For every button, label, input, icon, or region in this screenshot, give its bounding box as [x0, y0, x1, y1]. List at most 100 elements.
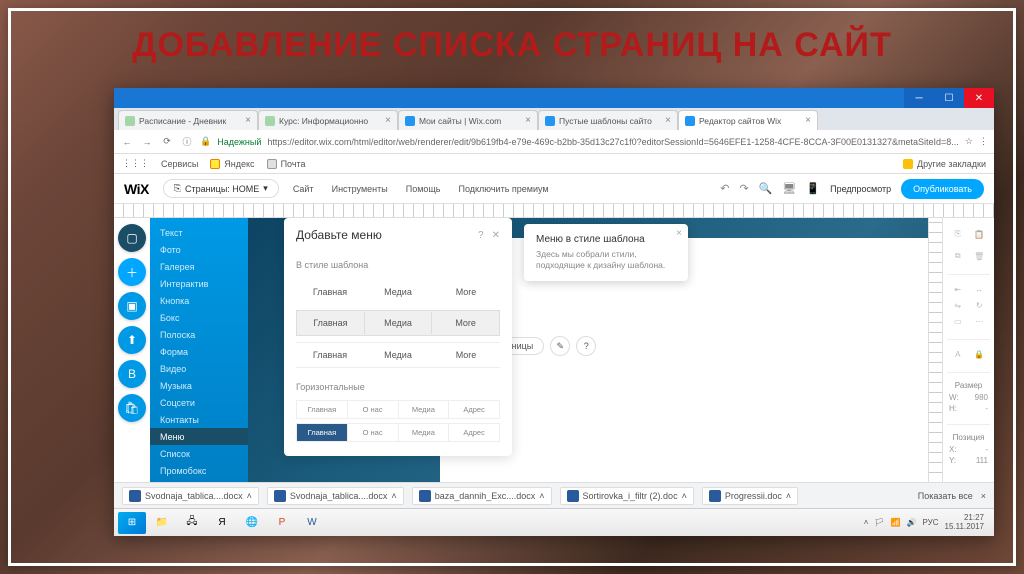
tab-close-icon[interactable]: × — [665, 115, 671, 126]
downloads-close-icon[interactable]: × — [981, 491, 986, 501]
window-maximize-button[interactable]: ☐ — [934, 88, 964, 108]
menu-help[interactable]: Помощь — [406, 184, 441, 194]
arrange-icon[interactable]: ▭ — [950, 313, 966, 329]
menu-style-option[interactable]: Главная О нас Медиа Адрес — [296, 423, 500, 442]
nav-forward-icon[interactable]: → — [140, 137, 154, 147]
add-item-promobox[interactable]: Промобокс — [150, 462, 248, 479]
download-item[interactable]: Sortirovka_i_filtr (2).doc˄ — [560, 487, 694, 505]
add-item-strip[interactable]: Полоска — [150, 326, 248, 343]
tray-expand-icon[interactable]: ˄ — [864, 518, 869, 527]
taskbar-yandex-icon[interactable]: Я — [208, 512, 236, 534]
add-item-video[interactable]: Видео — [150, 360, 248, 377]
tray-volume-icon[interactable]: 🔊 — [907, 518, 917, 527]
browser-menu-icon[interactable]: ⋮ — [979, 136, 988, 147]
menu-style-option[interactable]: Главная О нас Медиа Адрес — [296, 400, 500, 419]
browser-tab[interactable]: Пустые шаблоны сайто× — [538, 110, 678, 130]
browser-tab[interactable]: Расписание - Дневник× — [118, 110, 258, 130]
bookmark-services[interactable]: Сервисы — [161, 159, 198, 169]
rail-upload-button[interactable]: ⬆ — [118, 326, 146, 354]
menu-style-option[interactable]: Главная Медиа More — [296, 342, 500, 368]
downloads-showall-button[interactable]: Показать все — [918, 491, 973, 501]
delete-icon[interactable]: 🗑 — [971, 248, 987, 264]
rail-apps-button[interactable]: ▣ — [118, 292, 146, 320]
bookmark-star-icon[interactable]: ☆ — [965, 136, 973, 147]
stage-help-icon[interactable]: ? — [576, 336, 596, 356]
menu-site[interactable]: Сайт — [293, 184, 314, 194]
preview-button[interactable]: Предпросмотр — [830, 184, 891, 194]
download-item[interactable]: baza_dannih_Exc....docx˄ — [412, 487, 552, 505]
tooltip-close-icon[interactable]: × — [676, 228, 682, 239]
y-value[interactable]: 111 — [976, 456, 988, 465]
add-item-text[interactable]: Текст — [150, 224, 248, 241]
tab-close-icon[interactable]: × — [385, 115, 391, 126]
mobile-icon[interactable]: 📱 — [806, 182, 820, 195]
tray-network-icon[interactable]: 📶 — [891, 518, 901, 527]
add-item-photo[interactable]: Фото — [150, 241, 248, 258]
zoom-icon[interactable]: 🔍 — [759, 182, 773, 195]
bookmark-other[interactable]: Другие закладки — [903, 159, 986, 169]
download-item[interactable]: Svodnaja_tablica....docx˄ — [122, 487, 259, 505]
desktop-icon[interactable]: 🖥 — [782, 182, 796, 195]
add-item-box[interactable]: Бокс — [150, 309, 248, 326]
canvas-area[interactable]: Добавьте меню ?✕ В стиле шаблона Главная… — [150, 218, 928, 482]
tab-close-icon[interactable]: × — [525, 115, 531, 126]
publish-button[interactable]: Опубликовать — [901, 179, 984, 199]
browser-tab[interactable]: Мои сайты | Wix.com× — [398, 110, 538, 130]
tab-close-icon[interactable]: × — [245, 115, 251, 126]
rail-blog-button[interactable]: B — [118, 360, 146, 388]
download-item[interactable]: Svodnaja_tablica....docx˄ — [267, 487, 404, 505]
distribute-icon[interactable]: ⋯ — [971, 313, 987, 329]
add-item-blog[interactable]: Блог — [150, 479, 248, 482]
nav-reload-icon[interactable]: ⟳ — [160, 136, 174, 147]
redo-icon[interactable]: ↷ — [740, 182, 749, 195]
flip-icon[interactable]: ⇋ — [950, 297, 966, 313]
add-item-contacts[interactable]: Контакты — [150, 411, 248, 428]
wix-logo[interactable]: WiX — [124, 181, 149, 197]
window-minimize-button[interactable]: ─ — [904, 88, 934, 108]
pages-dropdown[interactable]: ⎘Страницы: HOME▾ — [163, 179, 279, 198]
nav-back-icon[interactable]: ← — [120, 137, 134, 147]
taskbar-powerpoint-icon[interactable]: P — [268, 512, 296, 534]
width-value[interactable]: 980 — [975, 393, 988, 402]
add-item-social[interactable]: Соцсети — [150, 394, 248, 411]
text-a-icon[interactable]: A — [950, 346, 966, 362]
rail-pages-button[interactable]: ▢ — [118, 224, 146, 252]
rotate-icon[interactable]: ↻ — [971, 297, 987, 313]
add-item-menu[interactable]: Меню — [150, 428, 248, 445]
tray-clock[interactable]: 21:27 15.11.2017 — [945, 514, 984, 532]
start-button[interactable]: ⊞ — [118, 512, 146, 534]
height-value[interactable]: - — [985, 404, 988, 413]
paste-icon[interactable]: 📋 — [971, 226, 987, 242]
stage-edit-icon[interactable]: ✎ — [550, 336, 570, 356]
download-item[interactable]: Progressii.doc˄ — [702, 487, 798, 505]
window-close-button[interactable]: ✕ — [964, 88, 994, 108]
help-icon[interactable]: ? — [478, 230, 484, 241]
bookmark-mail[interactable]: Почта — [267, 159, 306, 169]
apps-icon[interactable]: ⋮⋮⋮ — [122, 158, 149, 169]
tab-close-icon[interactable]: × — [805, 115, 811, 126]
taskbar-network-icon[interactable]: 🖧 — [178, 512, 206, 534]
lock-icon[interactable]: 🔒 — [971, 346, 987, 362]
rail-add-button[interactable]: ＋ — [118, 258, 146, 286]
copy-icon[interactable]: ⎘ — [950, 226, 966, 242]
browser-tab-active[interactable]: Редактор сайтов Wix× — [678, 110, 818, 130]
menu-style-option[interactable]: Главная Медиа More — [296, 310, 500, 336]
duplicate-icon[interactable]: ⧉ — [950, 248, 966, 264]
add-item-list[interactable]: Список — [150, 445, 248, 462]
align-center-icon[interactable]: ↔ — [971, 281, 987, 297]
menu-premium[interactable]: Подключить премиум — [458, 184, 548, 194]
info-icon[interactable]: ⓘ — [180, 135, 194, 148]
x-value[interactable]: - — [985, 445, 988, 454]
align-left-icon[interactable]: ⇤ — [950, 281, 966, 297]
tray-lang[interactable]: РУС — [923, 518, 939, 527]
add-item-interactive[interactable]: Интерактив — [150, 275, 248, 292]
url-field[interactable]: https://editor.wix.com/html/editor/web/r… — [267, 137, 959, 147]
menu-style-option[interactable]: Главная Медиа More — [296, 280, 500, 304]
add-item-gallery[interactable]: Галерея — [150, 258, 248, 275]
add-item-form[interactable]: Форма — [150, 343, 248, 360]
taskbar-explorer-icon[interactable]: 📁 — [148, 512, 176, 534]
browser-tab[interactable]: Курс: Информационно× — [258, 110, 398, 130]
bookmark-yandex[interactable]: Яндекс — [210, 159, 254, 169]
tray-flag-icon[interactable]: 🏳 — [874, 518, 884, 527]
undo-icon[interactable]: ↶ — [720, 182, 729, 195]
